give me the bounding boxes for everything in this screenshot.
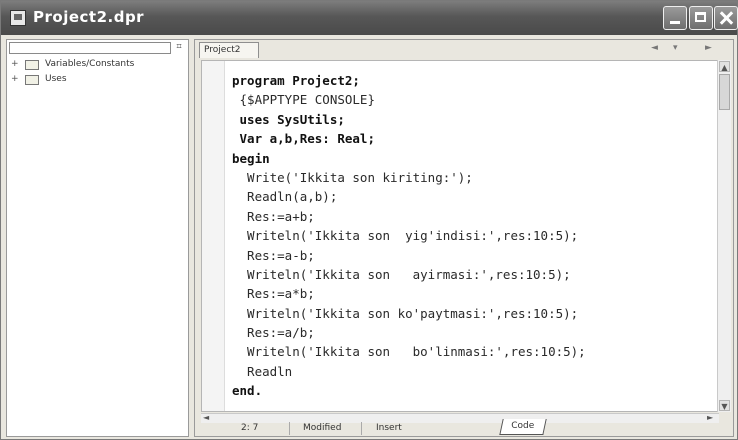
title-bar[interactable]: Project2.dpr (1, 1, 738, 35)
editor-tab-strip: Project2 ◄ ▾ ► (195, 40, 733, 58)
window-title: Project2.dpr (33, 8, 145, 26)
tab-code-label: Code (511, 421, 535, 431)
vertical-scrollbar[interactable]: ▲ ▼ (717, 60, 731, 412)
scroll-up-icon[interactable]: ▲ (719, 61, 730, 72)
scroll-right-icon[interactable]: ► (707, 413, 713, 422)
tab-project2[interactable]: Project2 (199, 42, 259, 58)
code-line[interactable]: uses SysUtils; (232, 110, 586, 129)
code-line[interactable]: Writeln('Ikkita son ayirmasi:',res:10:5)… (232, 265, 586, 284)
status-bar: 2: 7 Modified Insert Code (201, 419, 729, 436)
tree-item-label: Variables/Constants (45, 59, 135, 69)
editor-gutter (202, 61, 225, 411)
expand-icon[interactable]: + (11, 60, 19, 69)
modified-indicator: Modified (303, 423, 342, 433)
explorer-pin-icon[interactable]: ⌗ (173, 42, 185, 52)
code-line[interactable]: Res:=a/b; (232, 323, 586, 342)
folder-icon (25, 60, 39, 70)
cursor-position: 2: 7 (241, 423, 259, 433)
ide-window: Project2.dpr ⌗ + Variables/Constants + U… (0, 0, 738, 440)
close-button[interactable] (714, 6, 738, 30)
code-line[interactable]: Readln (232, 362, 586, 381)
code-line[interactable]: program Project2; (232, 71, 586, 90)
status-divider (289, 422, 290, 435)
app-icon (10, 10, 26, 26)
code-line[interactable]: Writeln('Ikkita son yig'indisi:',res:10:… (232, 226, 586, 245)
nav-back-icon[interactable]: ◄ (651, 43, 658, 53)
code-line[interactable]: begin (232, 149, 586, 168)
code-line[interactable]: end. (232, 381, 586, 400)
scroll-down-icon[interactable]: ▼ (719, 400, 730, 411)
code-editor[interactable]: program Project2; {$APPTYPE CONSOLE} use… (201, 60, 719, 412)
scroll-left-icon[interactable]: ◄ (203, 413, 209, 422)
code-line[interactable]: Res:=a*b; (232, 284, 586, 303)
code-line[interactable]: Res:=a-b; (232, 246, 586, 265)
explorer-filter-box[interactable] (9, 42, 171, 54)
expand-icon[interactable]: + (11, 75, 19, 84)
nav-dropdown-icon[interactable]: ▾ (673, 43, 678, 53)
status-divider (361, 422, 362, 435)
code-line[interactable]: Write('Ikkita son kiriting:'); (232, 168, 586, 187)
tree-item-label: Uses (45, 74, 67, 84)
maximize-button[interactable] (689, 6, 713, 30)
code-line[interactable]: {$APPTYPE CONSOLE} (232, 90, 586, 109)
code-lines: program Project2; {$APPTYPE CONSOLE} use… (232, 71, 586, 401)
nav-forward-icon[interactable]: ► (705, 43, 712, 53)
editor-pane: Project2 ◄ ▾ ► program Project2; {$APPTY… (194, 39, 734, 437)
tab-code[interactable]: Code (499, 419, 547, 435)
code-line[interactable]: Readln(a,b); (232, 187, 586, 206)
insert-mode-indicator: Insert (376, 423, 402, 433)
scroll-thumb[interactable] (719, 74, 730, 110)
code-line[interactable]: Writeln('Ikkita son bo'linmasi:',res:10:… (232, 342, 586, 361)
code-line[interactable]: Var a,b,Res: Real; (232, 129, 586, 148)
minimize-button[interactable] (663, 6, 687, 30)
code-explorer-panel: ⌗ + Variables/Constants + Uses (6, 39, 189, 437)
code-line[interactable]: Res:=a+b; (232, 207, 586, 226)
code-line[interactable]: Writeln('Ikkita son ko'paytmasi:',res:10… (232, 304, 586, 323)
folder-icon (25, 75, 39, 85)
